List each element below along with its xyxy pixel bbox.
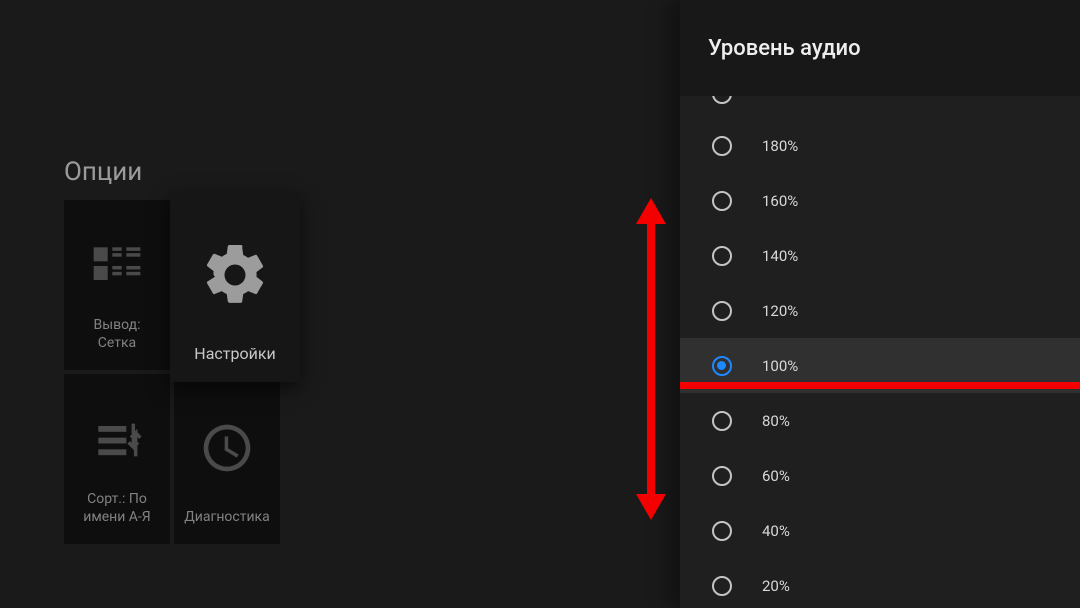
- option-label: 20%: [762, 577, 790, 595]
- tile-label: Вывод: Сетка: [94, 317, 141, 352]
- radio-icon: [712, 576, 732, 596]
- audio-options-list: 180% 160% 140% 120% 100% 80% 60% 40% 20%: [680, 118, 1080, 608]
- option-label: 100%: [762, 357, 798, 375]
- audio-option-40[interactable]: 40%: [680, 503, 1080, 558]
- radio-icon: [712, 466, 732, 486]
- grid-icon: [89, 214, 145, 317]
- tile-view-grid[interactable]: Вывод: Сетка: [64, 200, 170, 370]
- audio-option-140[interactable]: 140%: [680, 228, 1080, 283]
- options-heading: Опции: [64, 157, 142, 187]
- tile-sort[interactable]: Сорт.: По имени А-Я: [64, 374, 170, 544]
- sort-icon: [89, 388, 145, 491]
- audio-option-80[interactable]: 80%: [680, 393, 1080, 448]
- option-label: 140%: [762, 247, 798, 265]
- option-label: 80%: [762, 412, 790, 430]
- radio-icon: [712, 356, 732, 376]
- annotation-arrow-shaft: [636, 234, 666, 484]
- tile-label: Диагностика: [184, 509, 269, 527]
- radio-icon: [712, 246, 732, 266]
- tile-settings[interactable]: Настройки: [170, 192, 300, 382]
- option-label: 180%: [762, 137, 798, 155]
- gear-icon: [199, 206, 271, 344]
- option-label: 160%: [762, 192, 798, 210]
- annotation-underline: [680, 382, 1080, 389]
- option-label: 120%: [762, 302, 798, 320]
- audio-option-160[interactable]: 160%: [680, 173, 1080, 228]
- tile-diagnostics[interactable]: Диагностика: [174, 374, 280, 544]
- tile-label: Настройки: [194, 344, 275, 364]
- radio-icon: [712, 191, 732, 211]
- audio-option-20[interactable]: 20%: [680, 558, 1080, 608]
- audio-level-panel: Уровень аудио 180% 160% 140% 120% 100% 8…: [680, 0, 1080, 608]
- clock-icon: [199, 388, 255, 509]
- annotation-arrow-up-icon: [636, 198, 666, 234]
- option-label: 60%: [762, 467, 790, 485]
- panel-title: Уровень аудио: [680, 0, 1080, 96]
- annotation-arrow-down-icon: [636, 484, 666, 520]
- tile-label: Сорт.: По имени А-Я: [83, 491, 150, 526]
- audio-option-180[interactable]: 180%: [680, 118, 1080, 173]
- radio-partial-above: [712, 96, 732, 108]
- audio-option-60[interactable]: 60%: [680, 448, 1080, 503]
- radio-icon: [712, 521, 732, 541]
- radio-icon: [712, 411, 732, 431]
- radio-icon: [712, 301, 732, 321]
- radio-icon: [712, 136, 732, 156]
- audio-option-120[interactable]: 120%: [680, 283, 1080, 338]
- option-label: 40%: [762, 522, 790, 540]
